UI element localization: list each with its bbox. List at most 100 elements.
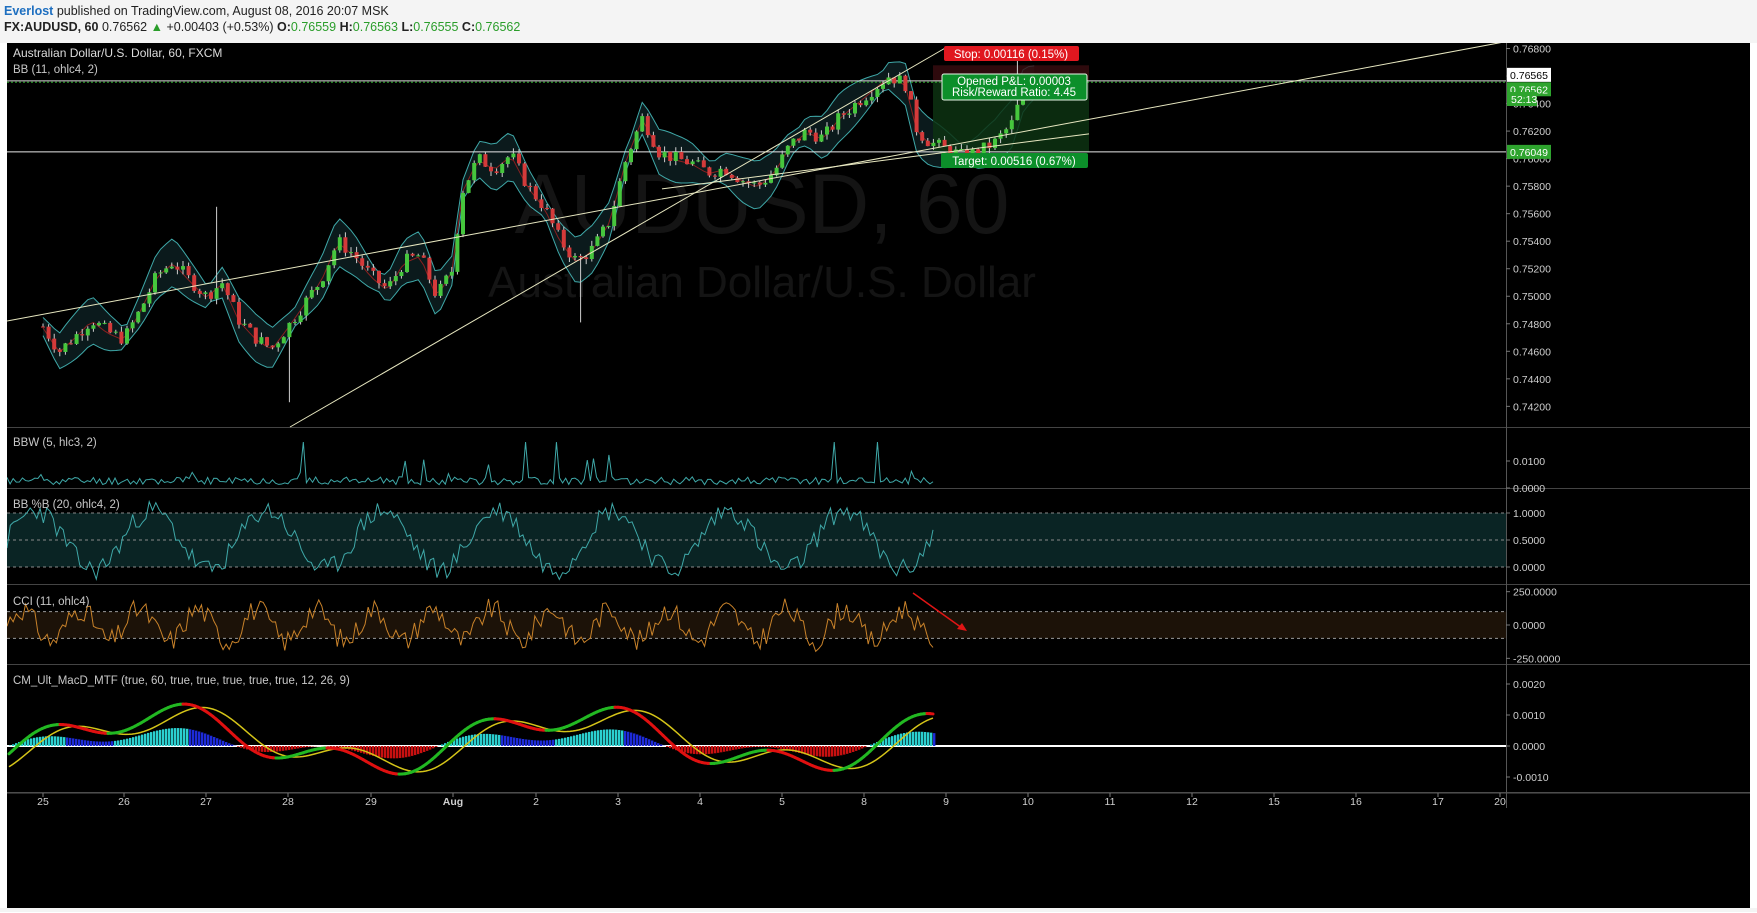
candle-body bbox=[752, 182, 756, 183]
macd-histogram-bar bbox=[594, 731, 596, 746]
candle-body bbox=[483, 154, 487, 167]
macd-histogram-bar bbox=[429, 746, 431, 750]
candle-body bbox=[366, 266, 370, 268]
candle-body bbox=[455, 234, 459, 272]
author-link[interactable]: Everlost bbox=[4, 4, 53, 18]
candle-body bbox=[282, 337, 286, 343]
macd-histogram-bar bbox=[768, 746, 770, 747]
macd-histogram-bar bbox=[69, 738, 71, 746]
symbol-label: FX:AUDUSD, 60 bbox=[4, 20, 98, 34]
candle-body bbox=[86, 329, 90, 336]
target-label[interactable]: Target: 0.00516 (0.67%) bbox=[941, 153, 1088, 168]
macd-histogram-bar bbox=[714, 746, 716, 753]
candle-body bbox=[674, 152, 678, 161]
pane-tick-label: -250.0000 bbox=[1513, 653, 1560, 665]
candle-body bbox=[383, 283, 387, 286]
macd-histogram-bar bbox=[849, 746, 851, 753]
main-pane-title: Australian Dollar/U.S. Dollar, 60, FXCM bbox=[13, 46, 222, 60]
pane-tick-label: 0.0000 bbox=[1513, 741, 1545, 753]
candle-body bbox=[91, 325, 95, 328]
stop-label[interactable]: Stop: 0.00116 (0.15%) bbox=[944, 46, 1079, 61]
candle-body bbox=[478, 154, 482, 163]
candle-body bbox=[315, 287, 319, 290]
pnl-label[interactable]: Opened P&L: 0.00003 Risk/Reward Ratio: 4… bbox=[942, 74, 1087, 100]
candle bbox=[215, 207, 219, 305]
candle-body bbox=[506, 157, 510, 164]
macd-histogram-bar bbox=[177, 728, 179, 746]
candle-body bbox=[808, 130, 812, 133]
candle-body bbox=[707, 167, 711, 175]
macd-histogram-bar bbox=[195, 731, 197, 746]
candle-body bbox=[203, 292, 207, 294]
price-tag-text: 0.76565 bbox=[1510, 70, 1548, 82]
candle-body bbox=[859, 103, 863, 105]
macd-histogram-bar bbox=[276, 746, 278, 752]
candle-body bbox=[58, 349, 62, 352]
macd-histogram-bar bbox=[162, 729, 164, 746]
macd-histogram-bar bbox=[654, 742, 656, 746]
y-tick-label: 0.75800 bbox=[1513, 181, 1551, 193]
candle bbox=[623, 161, 627, 184]
macd-histogram-bar bbox=[489, 734, 491, 746]
macd-histogram-bar bbox=[666, 746, 668, 747]
x-tick-label: 20 bbox=[1494, 796, 1506, 808]
macd-histogram-bar bbox=[759, 746, 761, 747]
pane-tick-label: 1.0000 bbox=[1513, 508, 1545, 520]
candle-body bbox=[411, 254, 415, 256]
candle-body bbox=[293, 322, 297, 323]
x-tick-label: 17 bbox=[1432, 796, 1444, 808]
macd-histogram-bar bbox=[144, 734, 146, 746]
macd-histogram-bar bbox=[210, 736, 212, 746]
macd-histogram-bar bbox=[414, 746, 416, 755]
candle-body bbox=[763, 183, 767, 185]
macd-histogram-bar bbox=[660, 744, 662, 746]
chart-svg[interactable]: AUDUSD, 60 Australian Dollar/U.S. Dollar… bbox=[7, 43, 1750, 908]
macd-histogram-bar bbox=[153, 731, 155, 746]
candle-body bbox=[567, 247, 571, 257]
macd-histogram-bar bbox=[147, 733, 149, 746]
macd-histogram-bar bbox=[228, 743, 230, 746]
candle bbox=[875, 88, 879, 103]
macd-histogram-bar bbox=[126, 739, 128, 746]
macd-histogram-bar bbox=[336, 746, 338, 747]
macd-histogram-bar bbox=[222, 741, 224, 746]
candle-body bbox=[63, 343, 67, 352]
macd-histogram-bar bbox=[720, 746, 722, 752]
macd-histogram-bar bbox=[855, 746, 857, 751]
macd-histogram-bar bbox=[27, 739, 29, 746]
macd-histogram-bar bbox=[96, 741, 98, 746]
macd-histogram-bar bbox=[333, 746, 335, 747]
candle-body bbox=[915, 100, 919, 133]
publish-header: Everlost published on TradingView.com, A… bbox=[0, 0, 1757, 43]
candle-body bbox=[500, 164, 504, 173]
chart-area[interactable]: AUDUSD, 60 Australian Dollar/U.S. Dollar… bbox=[7, 43, 1750, 908]
macd-histogram-bar bbox=[561, 738, 563, 746]
macd-histogram-bar bbox=[684, 746, 686, 753]
macd-histogram-bar bbox=[441, 744, 443, 746]
candle-body bbox=[909, 91, 913, 99]
macd-histogram-bar bbox=[648, 739, 650, 746]
macd-histogram-bar bbox=[456, 739, 458, 746]
macd-histogram-bar bbox=[864, 746, 866, 747]
macd-histogram-bar bbox=[741, 746, 743, 748]
candle-body bbox=[338, 237, 342, 250]
macd-histogram-bar bbox=[258, 746, 260, 752]
macd-histogram-bar bbox=[570, 736, 572, 746]
candle-body bbox=[422, 255, 426, 257]
macd-histogram-bar bbox=[63, 737, 65, 746]
macd-histogram-bar bbox=[762, 746, 764, 747]
macd-histogram-bar bbox=[870, 745, 872, 746]
macd-histogram-bar bbox=[504, 736, 506, 746]
candle bbox=[534, 184, 538, 201]
macd-histogram-bar bbox=[201, 732, 203, 746]
candle-body bbox=[831, 127, 835, 130]
macd-histogram-bar bbox=[135, 736, 137, 746]
macd-histogram-bar bbox=[924, 732, 926, 746]
candle-body bbox=[864, 100, 868, 105]
candle-body bbox=[797, 139, 801, 141]
macd-histogram-bar bbox=[657, 743, 659, 746]
candle-body bbox=[142, 304, 146, 312]
macd-histogram-bar bbox=[9, 745, 11, 746]
macd-histogram-bar bbox=[915, 732, 917, 746]
macd-histogram-bar bbox=[747, 746, 749, 748]
